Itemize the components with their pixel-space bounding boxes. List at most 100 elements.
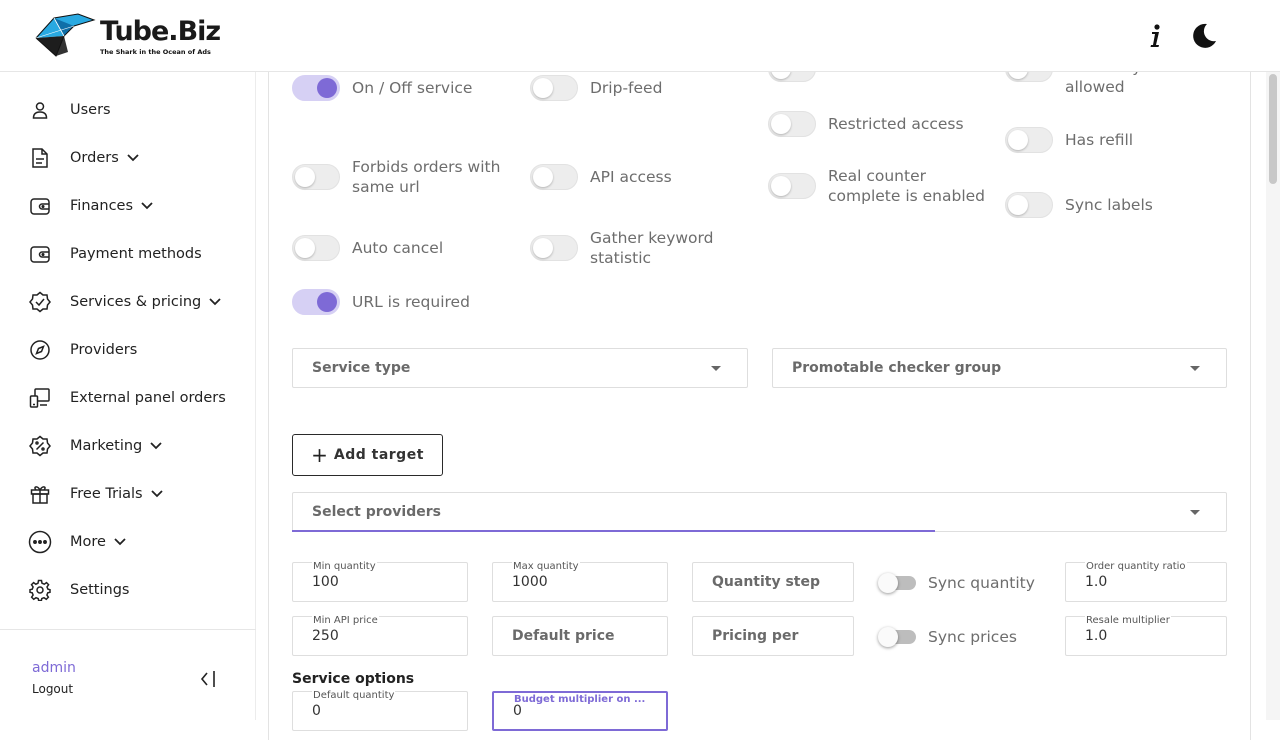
toggle-label: Gather keyword statistic [590, 229, 714, 267]
moon-icon[interactable] [1188, 20, 1220, 52]
select-providers-select[interactable]: Select providers [292, 492, 1227, 532]
sync-labels-toggle[interactable]: Sync labels [1005, 192, 1153, 218]
dropdown-arrow-icon [1190, 510, 1200, 515]
wallet-icon [28, 194, 52, 218]
sidebar-item-external-panel-orders[interactable]: External panel orders [28, 384, 226, 412]
current-user[interactable]: admin [32, 660, 76, 676]
field-placeholder: Pricing per [712, 628, 799, 644]
field-value: 250 [312, 628, 339, 644]
quantity-step-field[interactable]: Quantity step [692, 562, 854, 602]
sidebar-item-payment-methods[interactable]: Payment methods [28, 240, 202, 268]
sidebar-item-label: Providers [70, 342, 138, 358]
toggle-label: Restricted access [828, 115, 964, 133]
sidebar-item-finances[interactable]: Finances [28, 192, 155, 220]
badge-check-icon [28, 290, 52, 314]
logout-link[interactable]: Logout [32, 682, 73, 696]
field-label: Resale multiplier [1085, 615, 1171, 626]
sidebar-item-free-trials[interactable]: Free Trials [28, 480, 165, 508]
gather-keyword-toggle[interactable]: Gather keyword statistic [530, 229, 730, 268]
scrollbar-thumb[interactable] [1269, 74, 1277, 184]
sync-quantity-toggle[interactable]: Sync quantity [878, 573, 1035, 593]
document-icon [28, 146, 52, 170]
forbids-orders-switch[interactable] [292, 164, 340, 190]
sidebar-item-more[interactable]: More [28, 528, 128, 556]
sync-prices-switch[interactable] [878, 627, 916, 647]
sidebar-item-services-pricing[interactable]: Services & pricing [28, 288, 223, 316]
brand-name: Tube.Biz [100, 16, 221, 47]
brand-logo[interactable]: Tube.Biz The Shark in the Ocean of Ads [34, 12, 224, 62]
field-label: Default quantity [312, 690, 396, 701]
default-quantity-field[interactable]: Default quantity 0 [292, 690, 468, 731]
field-label: Min API price [312, 615, 379, 626]
add-target-label: Add target [333, 447, 424, 463]
field-value: 1000 [512, 574, 548, 590]
sidebar-item-users[interactable]: Users [28, 96, 111, 124]
auto-cancel-switch[interactable] [292, 235, 340, 261]
select-label: Select providers [312, 504, 441, 520]
field-placeholder: Quantity step [712, 574, 821, 590]
gather-keyword-switch[interactable] [530, 235, 578, 261]
discount-icon [28, 434, 52, 458]
url-required-switch[interactable] [292, 289, 340, 315]
real-counter-toggle[interactable]: Real counter complete is enabled [768, 167, 988, 206]
page-scrollbar[interactable] [1266, 72, 1280, 720]
sidebar-item-marketing[interactable]: Marketing [28, 432, 164, 460]
drip-feed-switch[interactable] [530, 75, 578, 101]
sidebar-item-orders[interactable]: Orders [28, 144, 141, 172]
order-quantity-ratio-field[interactable]: Order quantity ratio 1.0 [1065, 561, 1227, 602]
toggle-label: On / Off service [352, 79, 473, 97]
toggle-label: Auto cancel [352, 239, 444, 257]
drip-feed-toggle[interactable]: Drip-feed [530, 75, 662, 101]
api-access-switch[interactable] [530, 164, 578, 190]
budget-multiplier-field[interactable]: Budget multiplier on ... 0 [492, 691, 668, 731]
api-access-toggle[interactable]: API access [530, 164, 672, 190]
default-price-field[interactable]: Default price [492, 616, 668, 656]
field-value: 100 [312, 574, 339, 590]
sidebar-item-label: More [70, 534, 106, 550]
sidebar-item-label: Free Trials [70, 486, 143, 502]
sidebar-divider [0, 629, 256, 630]
restricted-access-toggle[interactable]: Restricted access [768, 111, 964, 137]
sidebar-item-providers[interactable]: Providers [28, 336, 137, 364]
has-refill-switch[interactable] [1005, 127, 1053, 153]
field-label: Min quantity [312, 561, 377, 572]
toggle-label: Sync prices [928, 628, 1017, 646]
url-required-toggle[interactable]: URL is required [292, 289, 470, 315]
add-target-button[interactable]: + Add target [292, 434, 443, 476]
auto-cancel-toggle[interactable]: Auto cancel [292, 235, 443, 261]
top-bar: Tube.Biz The Shark in the Ocean of Ads [0, 0, 1280, 72]
max-quantity-field[interactable]: Max quantity 1000 [492, 561, 668, 602]
field-value: 0 [312, 703, 321, 719]
forbids-orders-toggle[interactable]: Forbids orders with same url [292, 158, 512, 197]
has-refill-toggle[interactable]: Has refill [1005, 127, 1133, 153]
field-label: Max quantity [512, 561, 580, 572]
pricing-per-field[interactable]: Pricing per [692, 616, 854, 656]
info-icon[interactable] [1140, 20, 1172, 52]
service-type-select[interactable]: Service type [292, 348, 748, 388]
wallet-icon [28, 242, 52, 266]
min-quantity-field[interactable]: Min quantity 100 [292, 561, 468, 602]
chevron-down-icon [150, 439, 164, 453]
toggle-label: Has refill [1065, 131, 1134, 149]
gear-icon [28, 578, 52, 602]
toggle-label: Drip-feed [590, 79, 663, 97]
field-placeholder: Default price [512, 628, 615, 644]
sidebar-item-label: Services & pricing [70, 294, 202, 310]
dropdown-arrow-icon [711, 366, 721, 371]
toggle-label: Forbids orders with same url [352, 158, 501, 196]
promotable-checker-group-select[interactable]: Promotable checker group [772, 348, 1227, 388]
restricted-access-switch[interactable] [768, 111, 816, 137]
sync-prices-toggle[interactable]: Sync prices [878, 627, 1017, 647]
real-counter-switch[interactable] [768, 173, 816, 199]
sync-labels-switch[interactable] [1005, 192, 1053, 218]
min-api-price-field[interactable]: Min API price 250 [292, 615, 468, 656]
resale-multiplier-field[interactable]: Resale multiplier 1.0 [1065, 615, 1227, 656]
brand-tagline: The Shark in the Ocean of Ads [100, 48, 211, 56]
sync-quantity-switch[interactable] [878, 573, 916, 593]
select-label: Promotable checker group [792, 360, 1002, 376]
toggle-label: Sync labels [1065, 196, 1153, 214]
on-off-service-switch[interactable] [292, 75, 340, 101]
collapse-sidebar-icon[interactable] [198, 668, 220, 690]
on-off-service-toggle[interactable]: On / Off service [292, 75, 472, 101]
sidebar-item-settings[interactable]: Settings [28, 576, 129, 604]
